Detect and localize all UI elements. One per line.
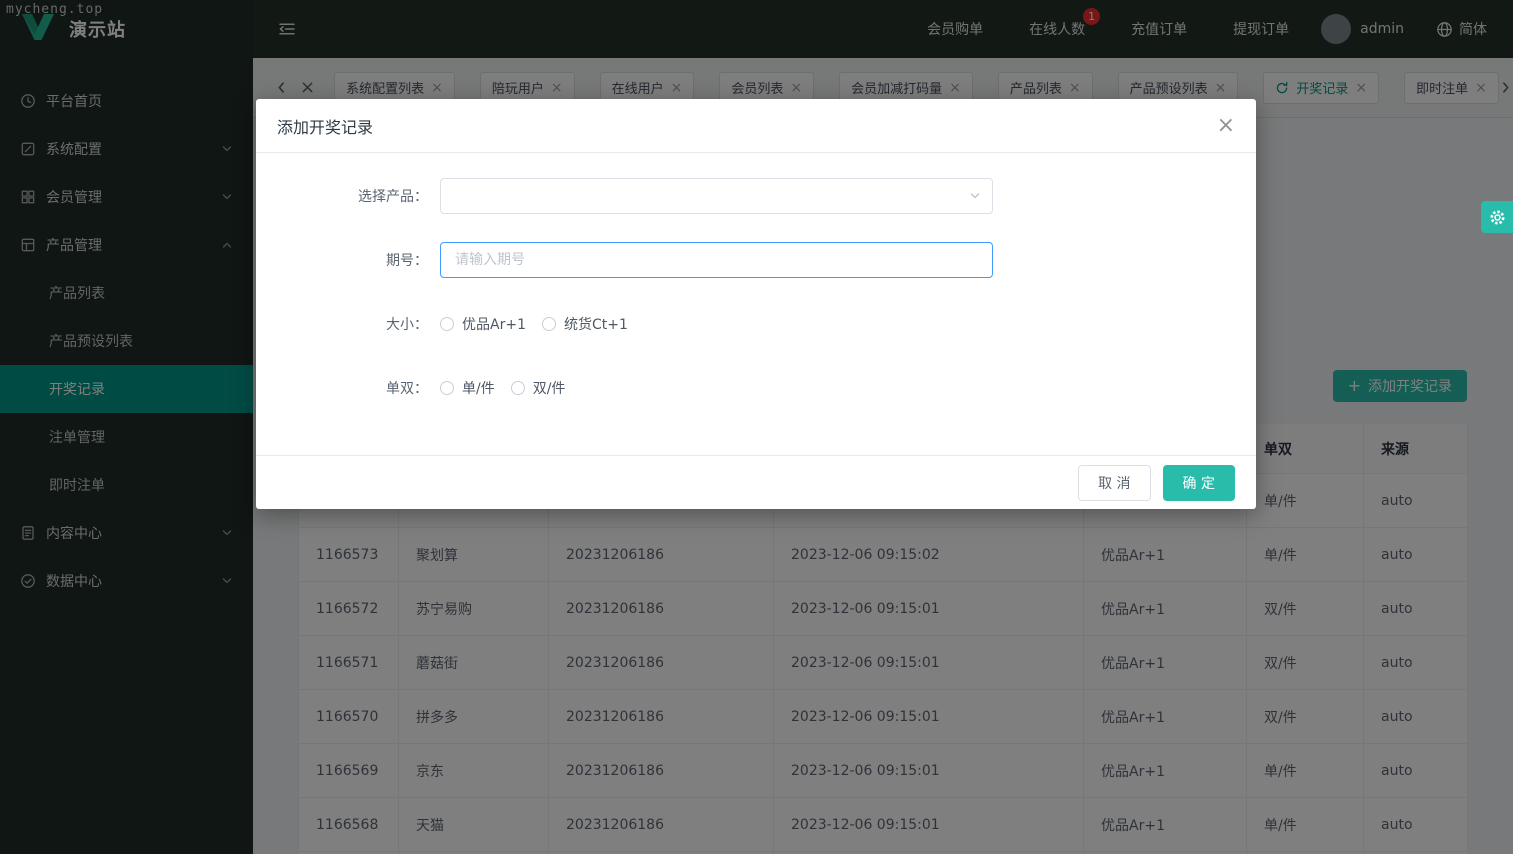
parity-option-1-label: 单/件 (462, 381, 495, 397)
gear-icon (1488, 208, 1507, 227)
modal-footer: 取 消 确 定 (256, 455, 1256, 509)
period-input-row: 期号： (256, 228, 1256, 292)
close-icon[interactable]: × (1217, 114, 1235, 137)
parity-label: 单双： (386, 381, 428, 397)
size-radio-option-1[interactable] (440, 317, 454, 331)
period-label: 期号： (386, 253, 428, 269)
cancel-button[interactable]: 取 消 (1078, 464, 1151, 501)
size-label: 大小： (386, 317, 428, 333)
product-select[interactable] (440, 178, 993, 214)
settings-gear-button[interactable] (1481, 201, 1513, 233)
parity-radio-option-1[interactable] (440, 381, 454, 395)
chevron-down-icon (969, 190, 981, 202)
modal-title: 添加开奖记录 (277, 117, 374, 137)
modal-header: 添加开奖记录 × (256, 99, 1256, 153)
size-option-1-label: 优品Ar+1 (462, 317, 526, 333)
add-record-modal: 添加开奖记录 × 选择产品： 期号： 大小： 优品Ar+1 统货Ct+1 单双：… (256, 99, 1256, 509)
size-radio-option-2[interactable] (541, 317, 556, 331)
parity-radio-row: 单双： 单/件 双/件 (256, 356, 1256, 420)
period-input[interactable] (440, 242, 993, 278)
confirm-button[interactable]: 确 定 (1162, 464, 1235, 501)
size-radio-row: 大小： 优品Ar+1 统货Ct+1 (256, 292, 1256, 356)
modal-body: 选择产品： 期号： 大小： 优品Ar+1 统货Ct+1 单双： 单/件 双/件 (256, 153, 1256, 455)
product-select-label: 选择产品： (358, 189, 428, 205)
size-option-2-label: 统货Ct+1 (563, 317, 628, 333)
parity-option-2-label: 双/件 (532, 381, 566, 397)
parity-radio-option-2[interactable] (510, 381, 525, 395)
product-select-row: 选择产品： (256, 164, 1256, 228)
